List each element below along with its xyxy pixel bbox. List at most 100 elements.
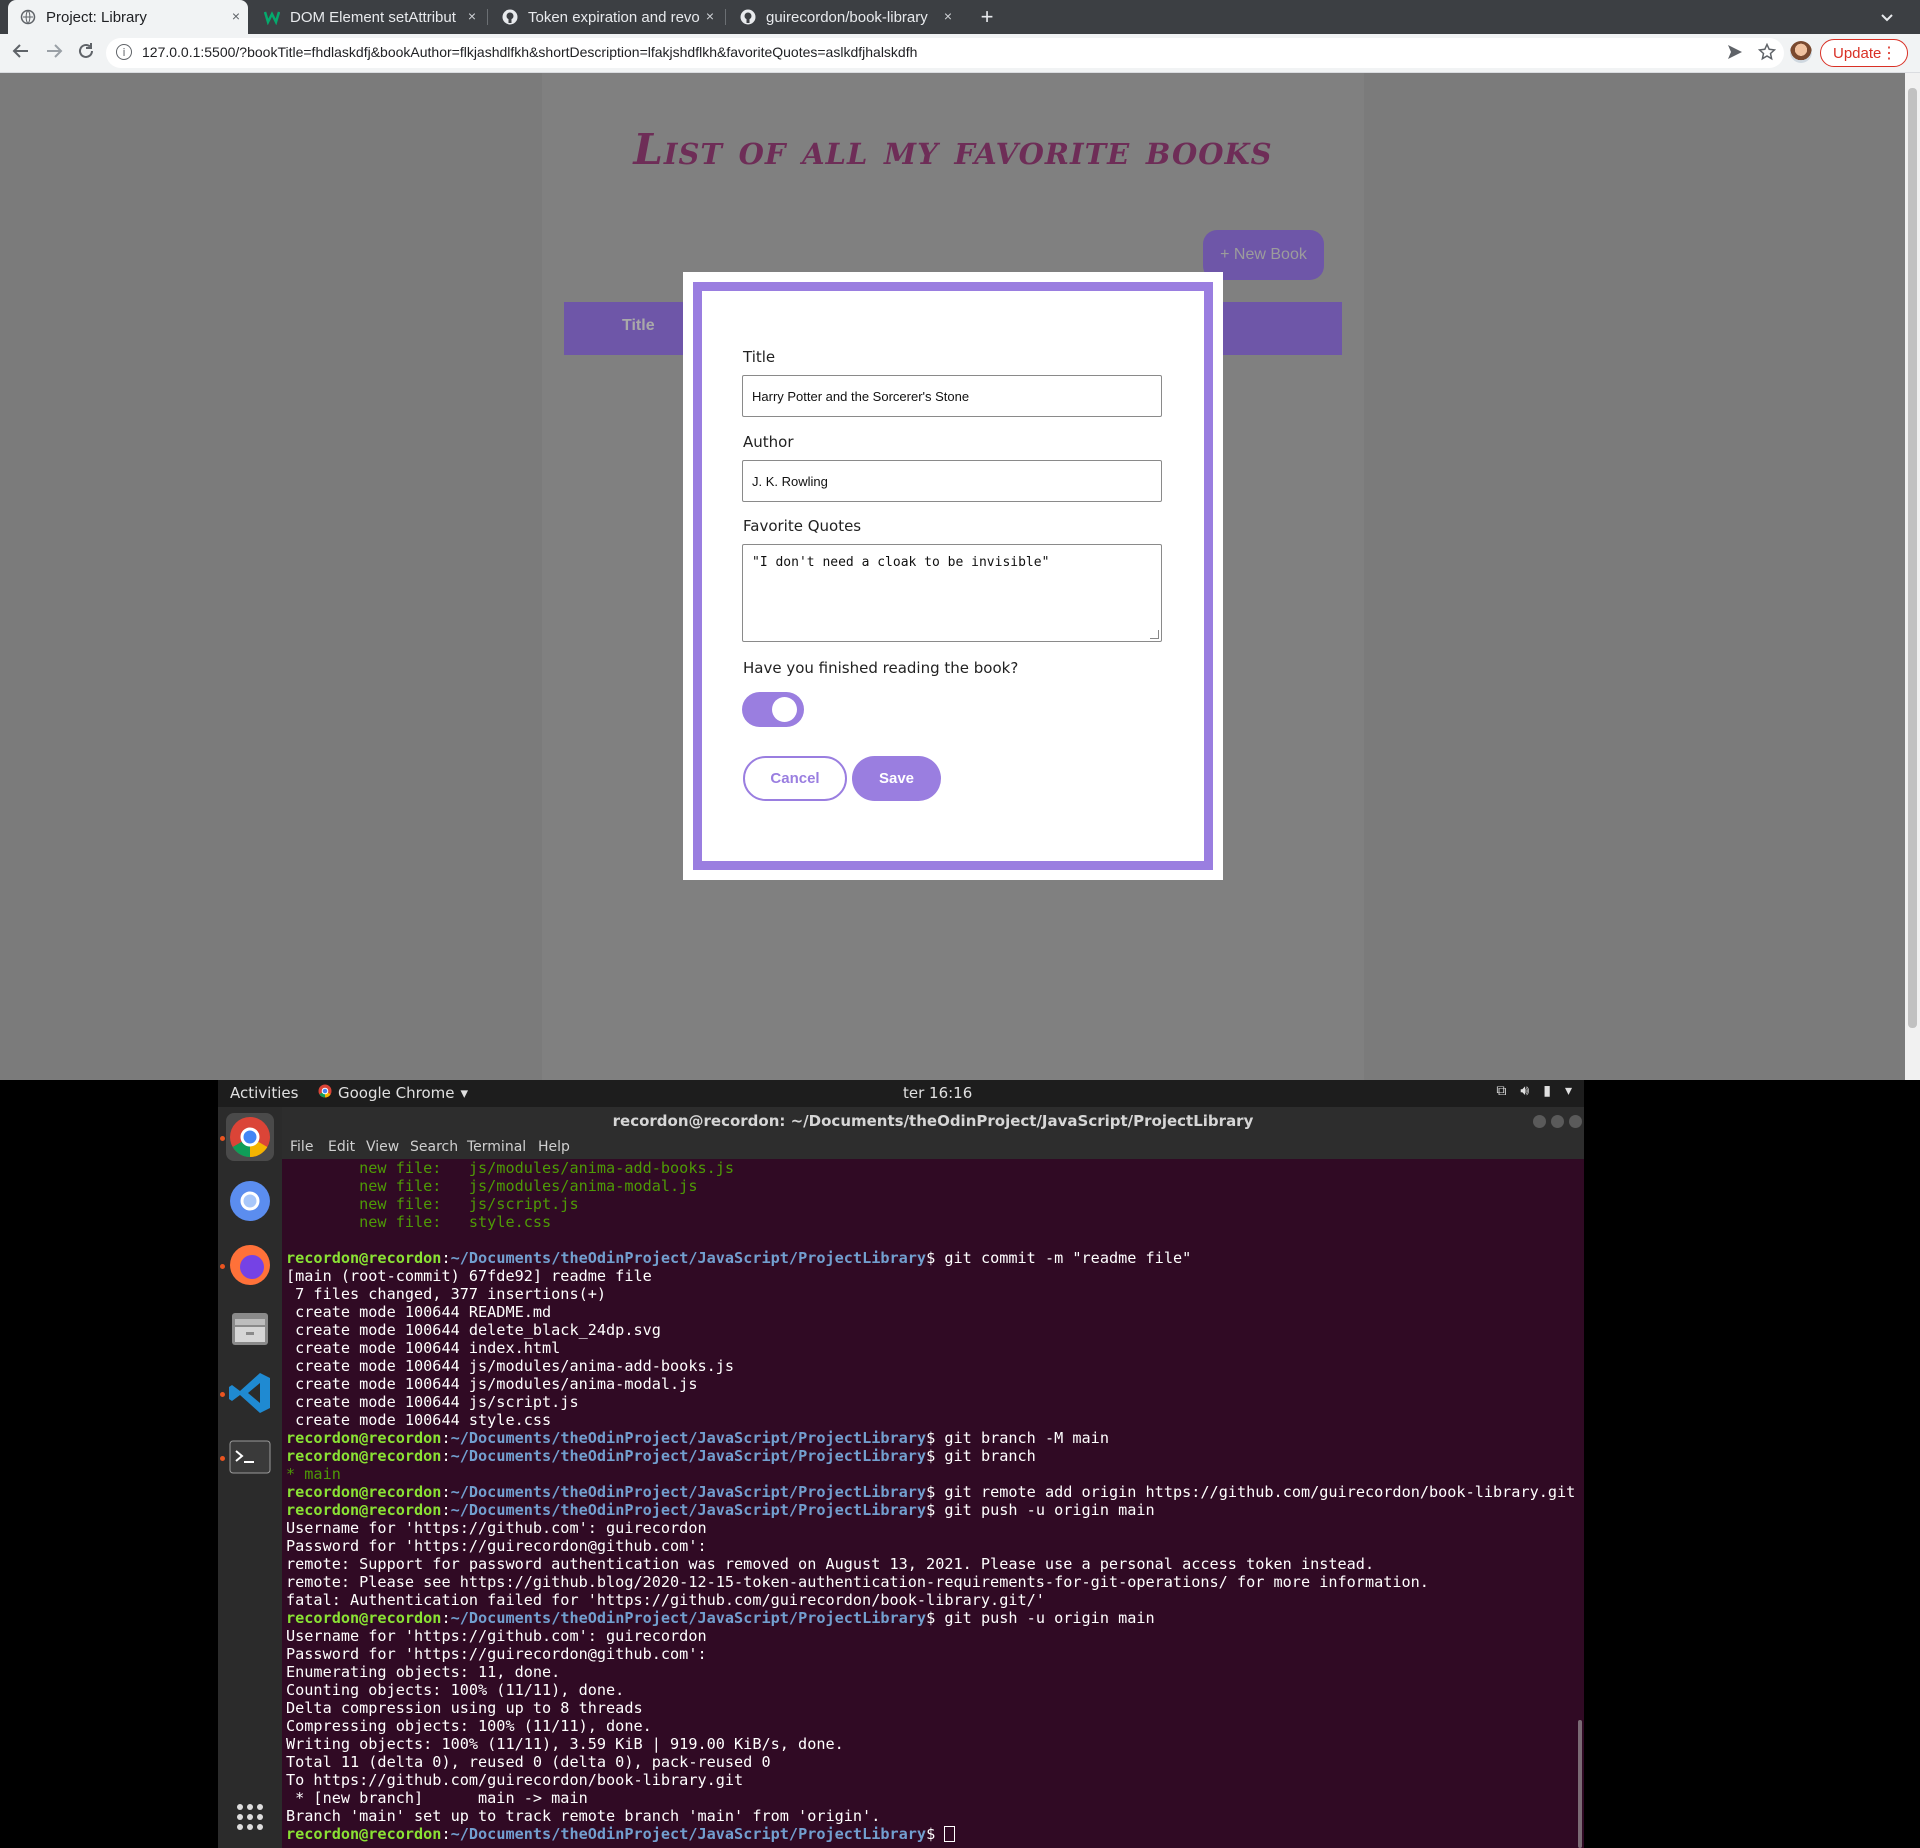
- tab-dom-setattribute[interactable]: DOM Element setAttribut ×: [252, 0, 484, 34]
- send-icon[interactable]: [1726, 43, 1744, 65]
- vscode-icon[interactable]: [226, 1369, 274, 1417]
- author-label: Author: [743, 433, 794, 451]
- prompt-path: ~/Documents/theOdinProject/JavaScript/Pr…: [450, 1501, 927, 1519]
- url-text[interactable]: 127.0.0.1:5500/?bookTitle=fhdlaskdfj&boo…: [142, 44, 917, 60]
- prompt-colon: :: [441, 1825, 451, 1843]
- tab-project-library[interactable]: Project: Library ×: [8, 0, 248, 34]
- volume-icon: 🔊︎: [1520, 1083, 1530, 1099]
- terminal-line: Password for 'https://guirecordon@github…: [286, 1645, 1575, 1663]
- battery-icon: ▮: [1543, 1083, 1551, 1099]
- menu-edit[interactable]: Edit: [328, 1139, 355, 1155]
- address-bar[interactable]: i 127.0.0.1:5500/?bookTitle=fhdlaskdfj&b…: [106, 38, 1784, 68]
- output-text: Compressing objects: 100% (11/11), done.: [286, 1717, 652, 1735]
- menu-file[interactable]: File: [290, 1139, 313, 1155]
- close-icon[interactable]: ×: [468, 8, 476, 24]
- author-input[interactable]: J. K. Rowling: [742, 460, 1162, 502]
- terminal-titlebar[interactable]: recordon@recordon: ~/Documents/theOdinPr…: [282, 1107, 1584, 1135]
- app-menu[interactable]: Google Chrome ▾: [318, 1084, 468, 1102]
- command-text: $: [926, 1825, 945, 1843]
- terminal-icon[interactable]: [226, 1433, 274, 1481]
- chrome-icon[interactable]: [226, 1113, 274, 1161]
- clock[interactable]: ter 16:16: [903, 1084, 972, 1102]
- title-label: Title: [743, 348, 776, 366]
- command-text: $ git commit -m "readme file": [926, 1249, 1192, 1267]
- output-text: new file: js/modules/anima-modal.js: [286, 1177, 698, 1195]
- column-header-title: Title: [622, 317, 655, 334]
- star-icon[interactable]: [1757, 42, 1777, 65]
- terminal-line: create mode 100644 index.html: [286, 1339, 1575, 1357]
- output-text: new file: style.css: [286, 1213, 552, 1231]
- tab-title: guirecordon/book-library: [766, 8, 928, 26]
- terminal-lines: new file: js/modules/anima-add-books.js …: [286, 1159, 1575, 1843]
- output-text: Delta compression using up to 8 threads: [286, 1699, 643, 1717]
- quotes-textarea[interactable]: "I don't need a cloak to be invisible": [742, 544, 1162, 642]
- avatar[interactable]: [1790, 41, 1812, 63]
- back-arrow-icon[interactable]: [10, 42, 32, 64]
- tab-book-library-repo[interactable]: guirecordon/book-library ×: [728, 0, 960, 34]
- chrome-icon: [318, 1084, 332, 1102]
- terminal-line: new file: js/modules/anima-add-books.js: [286, 1159, 1575, 1177]
- terminal-output[interactable]: new file: js/modules/anima-add-books.js …: [282, 1159, 1584, 1848]
- update-label: Update: [1833, 44, 1882, 62]
- close-icon[interactable]: [1569, 1115, 1582, 1128]
- forward-arrow-icon[interactable]: [43, 42, 65, 64]
- terminal-line: Counting objects: 100% (11/11), done.: [286, 1681, 1575, 1699]
- dock: [218, 1107, 282, 1848]
- output-text: remote: Support for password authenticat…: [286, 1555, 1375, 1573]
- prompt-user: recordon@recordon: [286, 1447, 442, 1465]
- prompt-path: ~/Documents/theOdinProject/JavaScript/Pr…: [450, 1429, 927, 1447]
- terminal-line: recordon@recordon:~/Documents/theOdinPro…: [286, 1483, 1575, 1501]
- firefox-icon[interactable]: [226, 1241, 274, 1289]
- maximize-icon[interactable]: [1551, 1115, 1564, 1128]
- quotes-label: Favorite Quotes: [743, 517, 862, 535]
- menu-help[interactable]: Help: [538, 1139, 570, 1155]
- menu-terminal[interactable]: Terminal: [467, 1139, 526, 1155]
- save-button[interactable]: Save: [852, 756, 941, 801]
- terminal-line: * main: [286, 1465, 1575, 1483]
- cancel-button[interactable]: Cancel: [743, 756, 847, 801]
- scrollbar-thumb[interactable]: [1908, 88, 1917, 1028]
- terminal-line: remote: Please see https://github.blog/2…: [286, 1573, 1575, 1591]
- info-icon[interactable]: i: [116, 44, 132, 60]
- terminal-scrollbar[interactable]: [1578, 1720, 1582, 1848]
- reload-icon[interactable]: [75, 42, 97, 64]
- running-indicator: [220, 1136, 225, 1141]
- resize-handle[interactable]: [1150, 630, 1159, 639]
- close-icon[interactable]: ×: [232, 8, 240, 24]
- chevron-down-icon[interactable]: [1880, 0, 1904, 34]
- output-text: Total 11 (delta 0), reused 0 (delta 0), …: [286, 1753, 771, 1771]
- activities-button[interactable]: Activities: [230, 1084, 298, 1102]
- files-icon[interactable]: [226, 1305, 274, 1353]
- terminal-cursor: [944, 1826, 956, 1842]
- update-button[interactable]: Update ⋮: [1820, 39, 1908, 67]
- tab-token-expiration[interactable]: Token expiration and revo ×: [490, 0, 722, 34]
- quotes-text: "I don't need a cloak to be invisible": [752, 555, 1050, 570]
- tab-title: Token expiration and revo: [528, 8, 700, 26]
- close-icon[interactable]: ×: [944, 8, 952, 24]
- menu-search[interactable]: Search: [410, 1139, 458, 1155]
- menu-view[interactable]: View: [366, 1139, 399, 1155]
- terminal-line: create mode 100644 style.css: [286, 1411, 1575, 1429]
- network-icon: ⧉: [1496, 1083, 1507, 1099]
- page-icon: [20, 9, 36, 25]
- close-icon[interactable]: ×: [706, 8, 714, 24]
- terminal-menubar: File Edit View Search Terminal Help: [282, 1135, 1584, 1159]
- page-title: List of all my favorite books: [633, 125, 1273, 174]
- show-applications-icon[interactable]: [226, 1793, 274, 1841]
- output-text: create mode 100644 index.html: [286, 1339, 561, 1357]
- minimize-icon[interactable]: [1533, 1115, 1546, 1128]
- new-tab-button[interactable]: +: [974, 0, 1000, 34]
- system-tray[interactable]: ⧉ 🔊︎ ▮ ▾: [1496, 1083, 1572, 1099]
- prompt-colon: :: [441, 1249, 451, 1267]
- terminal-line: To https://github.com/guirecordon/book-l…: [286, 1771, 1575, 1789]
- chromium-icon[interactable]: [226, 1177, 274, 1225]
- output-text: * [new branch] main -> main: [286, 1789, 588, 1807]
- title-input[interactable]: Harry Potter and the Sorcerer's Stone: [742, 375, 1162, 417]
- github-icon: [502, 9, 518, 25]
- terminal-line: fatal: Authentication failed for 'https:…: [286, 1591, 1575, 1609]
- running-indicator: [220, 1264, 225, 1269]
- terminal-line: Branch 'main' set up to track remote bra…: [286, 1807, 1575, 1825]
- terminal-line: Writing objects: 100% (11/11), 3.59 KiB …: [286, 1735, 1575, 1753]
- terminal-line: Password for 'https://guirecordon@github…: [286, 1537, 1575, 1555]
